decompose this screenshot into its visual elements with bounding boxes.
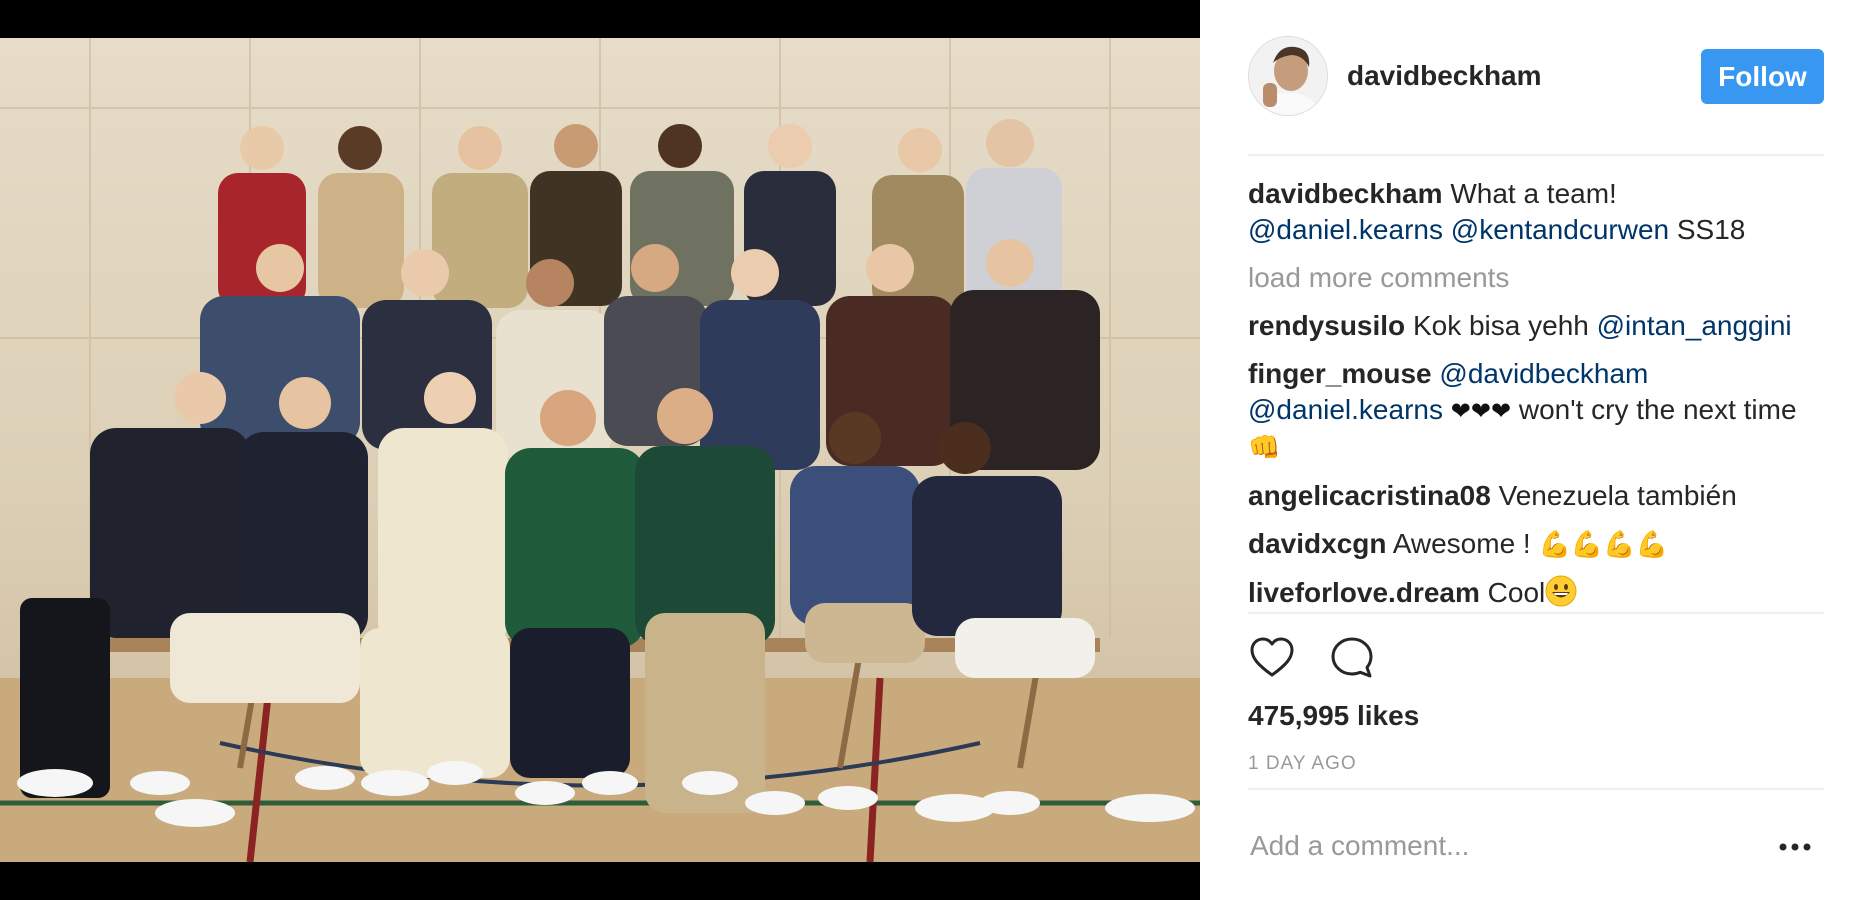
comment-text: Venezuela también xyxy=(1498,480,1737,511)
comment-item: rendysusilo Kok bisa yehh @intan_anggini xyxy=(1248,308,1824,344)
follow-button[interactable]: Follow xyxy=(1701,49,1824,104)
photo-column xyxy=(0,0,1200,900)
comment-text: won't cry the next time xyxy=(1518,394,1797,425)
post-header: davidbeckham Follow xyxy=(1248,36,1824,116)
post-timestamp: 1 DAY AGO xyxy=(1248,753,1357,774)
comment-item: davidxcgn Awesome ! 💪💪💪💪 xyxy=(1248,526,1824,563)
more-options-button[interactable] xyxy=(1775,832,1815,862)
hearts-emoji: ❤❤❤ xyxy=(1450,397,1512,425)
comment-author[interactable]: liveforlove.dream xyxy=(1248,577,1480,608)
caption-text: What a team! xyxy=(1450,178,1617,209)
post-username[interactable]: davidbeckham xyxy=(1347,60,1542,92)
speech-bubble-icon xyxy=(1331,637,1373,678)
ellipsis-icon xyxy=(1779,843,1811,851)
avatar[interactable] xyxy=(1248,36,1328,116)
caption-tail: SS18 xyxy=(1676,214,1746,245)
comments-section: davidbeckham What a team! @daniel.kearns… xyxy=(1248,176,1824,623)
comment-mention[interactable]: @intan_anggini xyxy=(1597,310,1792,341)
header-divider xyxy=(1248,154,1824,156)
footer-divider xyxy=(1248,788,1824,790)
comment-author[interactable]: davidxcgn xyxy=(1248,528,1386,559)
comment-item: liveforlove.dream Cool xyxy=(1248,575,1824,611)
comment-item: angelicacristina08 Venezuela también xyxy=(1248,478,1824,514)
load-more-comments-link[interactable]: load more comments xyxy=(1248,260,1824,296)
action-bar xyxy=(1248,634,1824,682)
comment-author[interactable]: rendysusilo xyxy=(1248,310,1405,341)
heart-outline-icon xyxy=(1250,637,1294,677)
add-comment-input[interactable] xyxy=(1250,826,1730,866)
avatar-image xyxy=(1249,37,1327,115)
caption-author[interactable]: davidbeckham xyxy=(1248,178,1443,209)
comments-divider xyxy=(1248,612,1824,614)
comment-mention[interactable]: @davidbeckham xyxy=(1439,358,1648,389)
caption: davidbeckham What a team! @daniel.kearns… xyxy=(1248,176,1824,248)
comment-text: Cool xyxy=(1487,577,1546,608)
caption-mention[interactable]: @daniel.kearns xyxy=(1248,214,1443,245)
post-details-panel: davidbeckham Follow davidbeckham What a … xyxy=(1200,0,1866,900)
comment-item: finger_mouse @davidbeckham @daniel.kearn… xyxy=(1248,356,1824,466)
post-photo[interactable] xyxy=(0,38,1200,862)
flexed-biceps-emoji: 💪💪💪💪 xyxy=(1538,530,1669,560)
like-button[interactable] xyxy=(1248,634,1296,682)
fist-emoji: 👊 xyxy=(1248,433,1281,463)
comment-author[interactable]: angelicacristina08 xyxy=(1248,480,1491,511)
comment-mention[interactable]: @daniel.kearns xyxy=(1248,394,1443,425)
grinning-face-emoji xyxy=(1545,575,1577,607)
comment-text: Kok bisa yehh xyxy=(1412,310,1589,341)
likes-count[interactable]: 475,995 likes xyxy=(1248,700,1419,732)
comment-author[interactable]: finger_mouse xyxy=(1248,358,1432,389)
comment-text: Awesome ! xyxy=(1392,528,1531,559)
group-photo-illustration xyxy=(0,38,1200,862)
comment-button[interactable] xyxy=(1328,634,1376,682)
caption-mention[interactable]: @kentandcurwen xyxy=(1451,214,1669,245)
